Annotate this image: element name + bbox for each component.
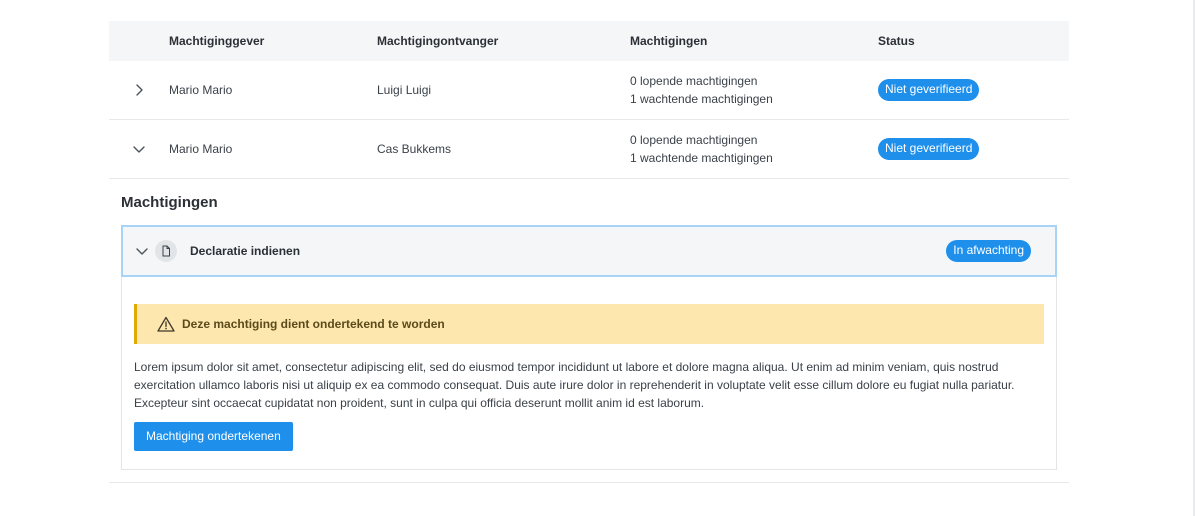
- row-expand-toggle[interactable]: [109, 83, 169, 97]
- row-running-count: 0 lopende machtigingen: [630, 74, 758, 88]
- row-running-count: 0 lopende machtigingen: [630, 133, 758, 147]
- warning-icon: [157, 316, 175, 332]
- table-row[interactable]: Mario Mario Cas Bukkems 0 lopende machti…: [109, 120, 1069, 179]
- row-waiting-count: 1 wachtende machtigingen: [630, 92, 773, 106]
- chevron-right-icon[interactable]: [132, 83, 146, 97]
- divider: [109, 482, 1069, 483]
- header-status: Status: [878, 34, 915, 48]
- row-authorizations: 0 lopende machtigingen 1 wachtende macht…: [630, 131, 878, 167]
- section-title: Machtigingen: [121, 194, 218, 211]
- header-authorizations: Machtigingen: [630, 34, 708, 48]
- row-status: Niet geverifieerd: [878, 79, 1069, 101]
- authorization-description: Lorem ipsum dolor sit amet, consectetur …: [134, 360, 1015, 410]
- table-row[interactable]: Mario Mario Luigi Luigi 0 lopende machti…: [109, 61, 1069, 120]
- sign-authorization-button[interactable]: Machtiging ondertekenen: [134, 422, 293, 451]
- row-status: Niet geverifieerd: [878, 138, 1069, 160]
- alert-text: Deze machtiging dient ondertekend te wor…: [182, 317, 445, 331]
- row-giver: Mario Mario: [169, 142, 233, 156]
- panel-body: Deze machtiging dient ondertekend te wor…: [122, 276, 1056, 469]
- panel-title: Declaratie indienen: [190, 244, 301, 258]
- status-badge: In afwachting: [946, 240, 1031, 262]
- table-header: Machtiginggever Machtigingontvanger Mach…: [109, 21, 1069, 61]
- warning-alert: Deze machtiging dient ondertekend te wor…: [134, 304, 1044, 344]
- row-giver: Mario Mario: [169, 83, 233, 97]
- status-badge: Niet geverifieerd: [878, 79, 980, 101]
- row-authorizations: 0 lopende machtigingen 1 wachtende macht…: [630, 72, 878, 108]
- row-receiver: Cas Bukkems: [377, 142, 452, 156]
- authorization-panel: Declaratie indienen In afwachting Deze m…: [121, 225, 1057, 470]
- row-waiting-count: 1 wachtende machtigingen: [630, 151, 773, 165]
- header-giver: Machtiginggever: [169, 34, 265, 48]
- row-receiver: Luigi Luigi: [377, 83, 432, 97]
- chevron-down-icon[interactable]: [132, 142, 146, 156]
- status-badge: Niet geverifieerd: [878, 138, 980, 160]
- row-expand-toggle[interactable]: [109, 142, 169, 156]
- header-receiver: Machtigingontvanger: [377, 34, 499, 48]
- panel-header[interactable]: Declaratie indienen In afwachting: [121, 225, 1057, 277]
- authorizations-table: Machtiginggever Machtigingontvanger Mach…: [109, 21, 1069, 483]
- document-icon: [155, 240, 177, 262]
- expanded-row-detail: Machtigingen Declaratie indienen In afwa…: [109, 193, 1069, 470]
- chevron-down-icon[interactable]: [135, 244, 149, 258]
